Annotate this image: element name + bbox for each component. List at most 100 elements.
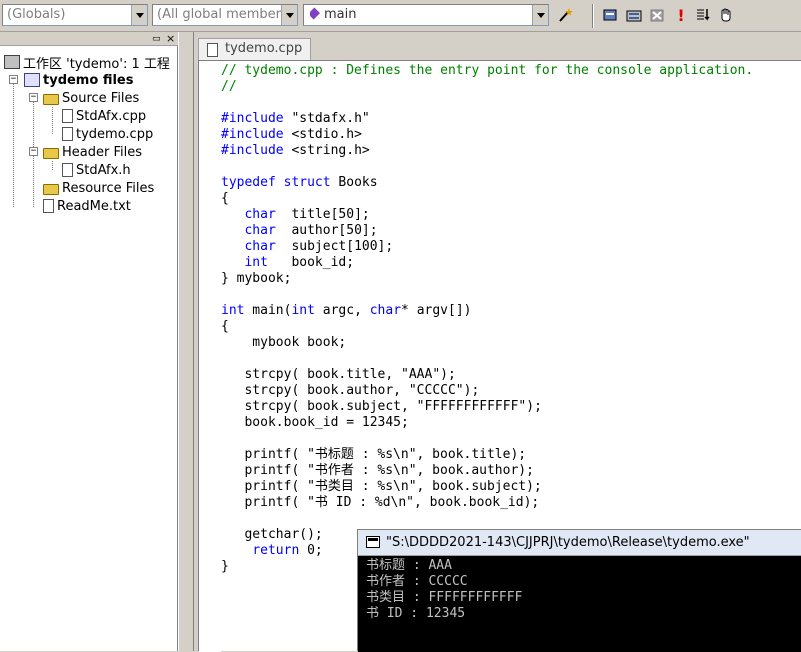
- header-file-icon: [62, 163, 73, 177]
- code-line[interactable]: mybook book;: [221, 335, 753, 351]
- code-token: "stdafx.h": [283, 111, 370, 126]
- stop-build-icon[interactable]: [648, 6, 666, 24]
- code-line[interactable]: printf( "书 ID : %d\n", book.book_id);: [221, 495, 753, 511]
- tree-line: [52, 107, 53, 134]
- code-line[interactable]: strcpy( book.author, "CCCCC");: [221, 383, 753, 399]
- code-text[interactable]: // tydemo.cpp : Defines the entry point …: [221, 63, 753, 575]
- code-line[interactable]: [221, 95, 753, 111]
- tree-label: Resource Files: [62, 180, 155, 196]
- code-line[interactable]: #include <stdio.h>: [221, 127, 753, 143]
- minimize-icon[interactable]: ▭: [152, 34, 161, 44]
- code-line[interactable]: char title[50];: [221, 207, 753, 223]
- tree-workspace-root[interactable]: 工作区 'tydemo': 1 工程: [4, 53, 170, 72]
- code-line[interactable]: #include <string.h>: [221, 143, 753, 159]
- hand-icon[interactable]: [717, 6, 735, 24]
- tree-line: [52, 161, 53, 170]
- code-line[interactable]: printf( "书作者 : %s\n", book.author);: [221, 463, 753, 479]
- tab-tydemo-cpp[interactable]: tydemo.cpp: [198, 38, 312, 60]
- tree-label: StdAfx.h: [76, 162, 131, 178]
- toolbar: (Globals) (All global members main !: [0, 0, 801, 32]
- tree-folder-resource[interactable]: Resource Files: [43, 179, 154, 197]
- code-line[interactable]: printf( "书类目 : %s\n", book.subject);: [221, 479, 753, 495]
- code-line[interactable]: {: [221, 319, 753, 335]
- code-line[interactable]: int main(int argc, char* argv[]): [221, 303, 753, 319]
- tree-file[interactable]: StdAfx.h: [62, 161, 131, 179]
- chevron-down-icon[interactable]: [131, 5, 147, 25]
- folder-icon: [43, 183, 59, 195]
- code-line[interactable]: printf( "书标题 : %s\n", book.title);: [221, 447, 753, 463]
- chevron-down-icon[interactable]: [532, 5, 548, 25]
- function-combo[interactable]: main: [303, 4, 549, 26]
- keyword-token: #include: [221, 127, 284, 142]
- tree-label: tydemo files: [43, 72, 134, 88]
- code-line[interactable]: strcpy( book.subject, "FFFFFFFFFFFF");: [221, 399, 753, 415]
- wizard-wand-icon[interactable]: [556, 6, 574, 24]
- pane-splitter[interactable]: [178, 32, 194, 651]
- code-line[interactable]: #include "stdafx.h": [221, 111, 753, 127]
- code-token: }: [221, 559, 229, 574]
- code-token: strcpy( book.title, "AAA");: [221, 367, 456, 382]
- keyword-token: int: [221, 303, 245, 318]
- tree-folder-header[interactable]: Header Files: [43, 143, 142, 161]
- code-line[interactable]: [221, 511, 753, 527]
- class-view-icon[interactable]: [601, 6, 619, 24]
- chevron-down-icon[interactable]: [281, 5, 297, 25]
- tree-file[interactable]: tydemo.cpp: [62, 125, 153, 143]
- code-line[interactable]: int book_id;: [221, 255, 753, 271]
- cpp-file-icon: [62, 109, 73, 123]
- code-line[interactable]: [221, 287, 753, 303]
- tree-folder-source[interactable]: Source Files: [43, 89, 139, 107]
- keyword-token: struct: [283, 175, 331, 190]
- tree-project[interactable]: tydemo files: [24, 71, 133, 89]
- code-line[interactable]: } mybook;: [221, 271, 753, 287]
- console-line: 书 ID : 12345: [366, 606, 466, 621]
- code-line[interactable]: {: [221, 191, 753, 207]
- code-token: title[50];: [275, 207, 370, 222]
- keyword-token: #include: [221, 111, 284, 126]
- keyword-token: int: [244, 255, 268, 270]
- project-icon: [24, 73, 40, 87]
- code-token: <stdio.h>: [283, 127, 362, 142]
- folder-open-icon: [43, 93, 59, 105]
- code-line[interactable]: [221, 351, 753, 367]
- scope-combo[interactable]: (Globals): [2, 4, 148, 26]
- tree-file[interactable]: StdAfx.cpp: [62, 107, 146, 125]
- code-line[interactable]: [221, 431, 753, 447]
- folder-open-icon: [43, 147, 59, 159]
- tree-file[interactable]: ReadMe.txt: [43, 197, 131, 215]
- code-line[interactable]: typedef struct Books: [221, 175, 753, 191]
- collapse-icon[interactable]: −: [29, 147, 38, 156]
- collapse-icon[interactable]: −: [9, 75, 18, 84]
- console-line: 书作者 : CCCCC: [366, 574, 468, 589]
- code-line[interactable]: strcpy( book.title, "AAA");: [221, 367, 753, 383]
- step-into-icon[interactable]: [694, 6, 712, 24]
- code-line[interactable]: // tydemo.cpp : Defines the entry point …: [221, 63, 753, 79]
- console-titlebar[interactable]: "S:\DDDD2021-143\CJJPRJ\tydemo\Release\t…: [358, 530, 801, 556]
- tree-label: Header Files: [62, 144, 142, 160]
- code-line[interactable]: char subject[100];: [221, 239, 753, 255]
- code-line[interactable]: book.book_id = 12345;: [221, 415, 753, 431]
- method-icon: [310, 7, 321, 20]
- collapse-icon[interactable]: −: [29, 93, 38, 102]
- code-token: mybook book;: [221, 335, 347, 350]
- console-window[interactable]: "S:\DDDD2021-143\CJJPRJ\tydemo\Release\t…: [357, 529, 801, 652]
- comment-token: //: [221, 79, 237, 94]
- keyword-token: char: [244, 207, 276, 222]
- workspace-pane: ▭ × 工作区 'tydemo': 1 工程 − tydemo files − …: [0, 32, 178, 651]
- code-line[interactable]: [221, 159, 753, 175]
- build-icon[interactable]: [625, 6, 643, 24]
- execute-icon[interactable]: !: [672, 6, 690, 25]
- code-token: printf( "书作者 : %s\n", book.author);: [221, 463, 534, 478]
- members-combo[interactable]: (All global members: [152, 4, 298, 26]
- members-combo-value: (All global members: [157, 7, 288, 22]
- close-icon[interactable]: ×: [166, 32, 175, 45]
- code-line[interactable]: char author[50];: [221, 223, 753, 239]
- console-output: 书标题 : AAA 书作者 : CCCCC 书类目 : FFFFFFFFFFFF 书 …: [358, 556, 801, 652]
- keyword-token: char: [244, 223, 276, 238]
- code-line[interactable]: //: [221, 79, 753, 95]
- code-token: strcpy( book.subject, "FFFFFFFFFFFF");: [221, 399, 542, 414]
